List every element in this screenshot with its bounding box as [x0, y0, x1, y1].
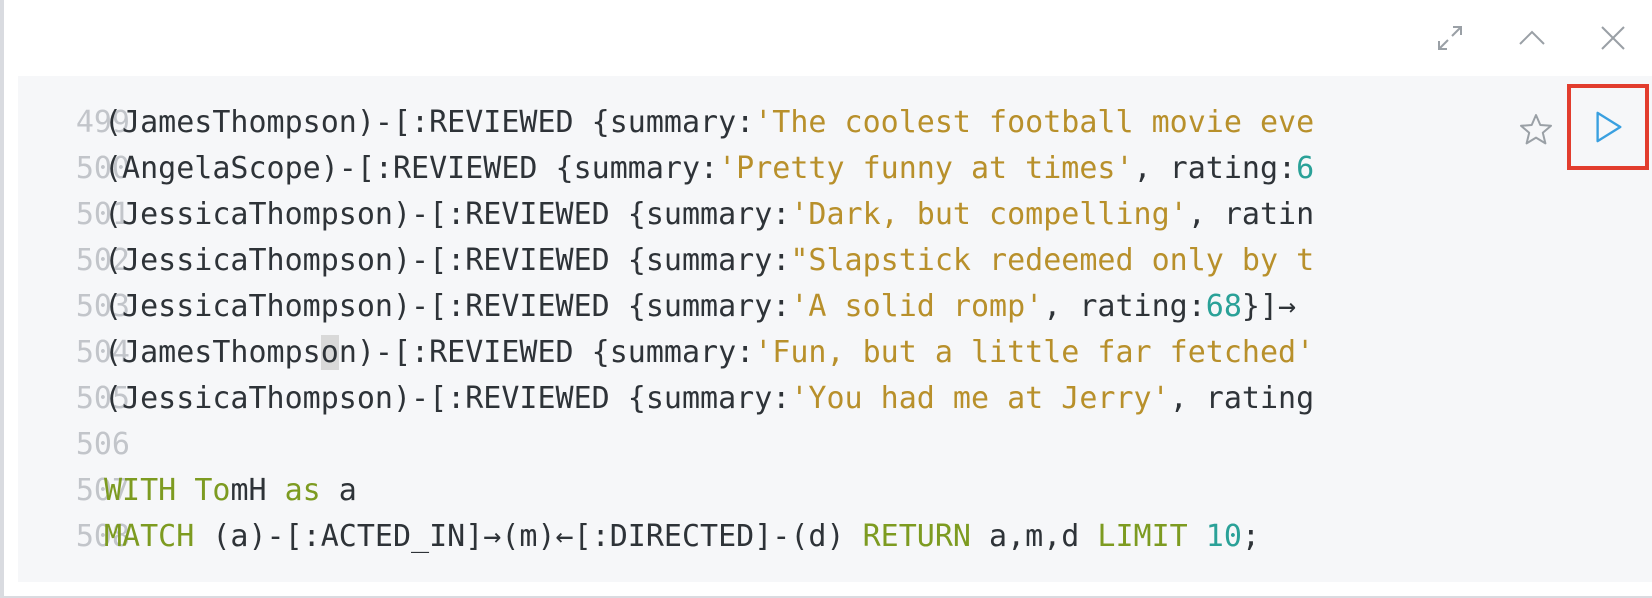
code-area[interactable]: (JamesThompson)-[:REVIEWED {summary:'The…: [104, 100, 1460, 560]
chevron-up-icon: [1519, 30, 1545, 45]
code-line[interactable]: ​: [104, 422, 1460, 468]
code-token: mH: [230, 473, 285, 508]
code-token: , ratin: [1187, 197, 1315, 232]
code-token: 10: [1205, 519, 1242, 554]
code-token: a,m,d: [970, 519, 1098, 554]
code-line[interactable]: (JessicaThompson)-[:REVIEWED {summary:'D…: [104, 192, 1460, 238]
code-token: (JamesThomps: [104, 335, 321, 370]
code-line[interactable]: (JamesThompson)-[:REVIEWED {summary:'Fun…: [104, 330, 1460, 376]
code-token: o: [320, 335, 339, 370]
code-line[interactable]: (JessicaThompson)-[:REVIEWED {summary:'A…: [104, 284, 1460, 330]
code-token: (JessicaThompson)-[:REVIEWED {summary:: [104, 243, 791, 278]
close-button[interactable]: [1593, 18, 1633, 58]
code-token: (a)-[:ACTED_IN]→(m)←[:DIRECTED]-(d): [194, 519, 863, 554]
code-token: To: [194, 473, 231, 508]
query-editor[interactable]: 499 500 501 502 503 504 505 506 507 508 (JamesTho…: [18, 76, 1652, 582]
code-line[interactable]: MATCH (a)-[:ACTED_IN]→(m)←[:DIRECTED]-(d…: [104, 514, 1460, 560]
code-token: 'The coolest football movie eve: [754, 105, 1315, 140]
expand-icon: [1438, 26, 1462, 50]
code-token: MATCH: [104, 519, 195, 554]
code-token: (JessicaThompson)-[:REVIEWED {summary:: [104, 197, 791, 232]
code-token: 'Pretty funny at times': [718, 151, 1134, 186]
code-token: "Slapstick redeemed only by t: [790, 243, 1315, 278]
run-query-button[interactable]: [1567, 84, 1649, 170]
code-token: ;: [1241, 519, 1260, 554]
code-token: n)-[:REVIEWED {summary:: [338, 335, 755, 370]
code-token: a: [320, 473, 357, 508]
code-token: (JamesThompson)-[:REVIEWED {summary:: [104, 105, 755, 140]
code-token: , rating:: [1133, 151, 1297, 186]
fullscreen-button[interactable]: [1430, 18, 1470, 58]
code-token: as: [284, 473, 321, 508]
code-line[interactable]: WITH TomH as a: [104, 468, 1460, 514]
code-token: (JessicaThompson)-[:REVIEWED {summary:: [104, 381, 791, 416]
code-token: , rating: [1169, 381, 1315, 416]
code-line[interactable]: (JessicaThompson)-[:REVIEWED {summary:'Y…: [104, 376, 1460, 422]
code-token: 'Dark, but compelling': [790, 197, 1188, 232]
close-icon: [1601, 26, 1625, 50]
code-token: (JessicaThompson)-[:REVIEWED {summary:: [104, 289, 791, 324]
code-token: }]→: [1241, 289, 1297, 324]
code-line[interactable]: (JamesThompson)-[:REVIEWED {summary:'The…: [104, 100, 1460, 146]
code-token: RETURN: [862, 519, 971, 554]
code-token: 'Fun, but a little far fetched': [754, 335, 1315, 370]
editor-frame: 499 500 501 502 503 504 505 506 507 508 (JamesTho…: [0, 0, 1652, 598]
code-token: 6: [1296, 151, 1315, 186]
code-token: , rating:: [1043, 289, 1206, 324]
code-line[interactable]: (AngelaScope)-[:REVIEWED {summary:'Prett…: [104, 146, 1460, 192]
code-token: 'You had me at Jerry': [790, 381, 1170, 416]
code-token: 68: [1205, 289, 1242, 324]
collapse-button[interactable]: [1512, 18, 1552, 58]
code-token: (AngelaScope)-[:REVIEWED {summary:: [104, 151, 719, 186]
code-line[interactable]: (JessicaThompson)-[:REVIEWED {summary:"S…: [104, 238, 1460, 284]
code-token: LIMIT: [1097, 519, 1188, 554]
play-icon: [1596, 111, 1622, 143]
star-icon: [1520, 114, 1552, 145]
favorite-button[interactable]: [1514, 108, 1558, 152]
code-token: WITH: [104, 473, 195, 508]
code-token: 'A solid romp': [790, 289, 1044, 324]
